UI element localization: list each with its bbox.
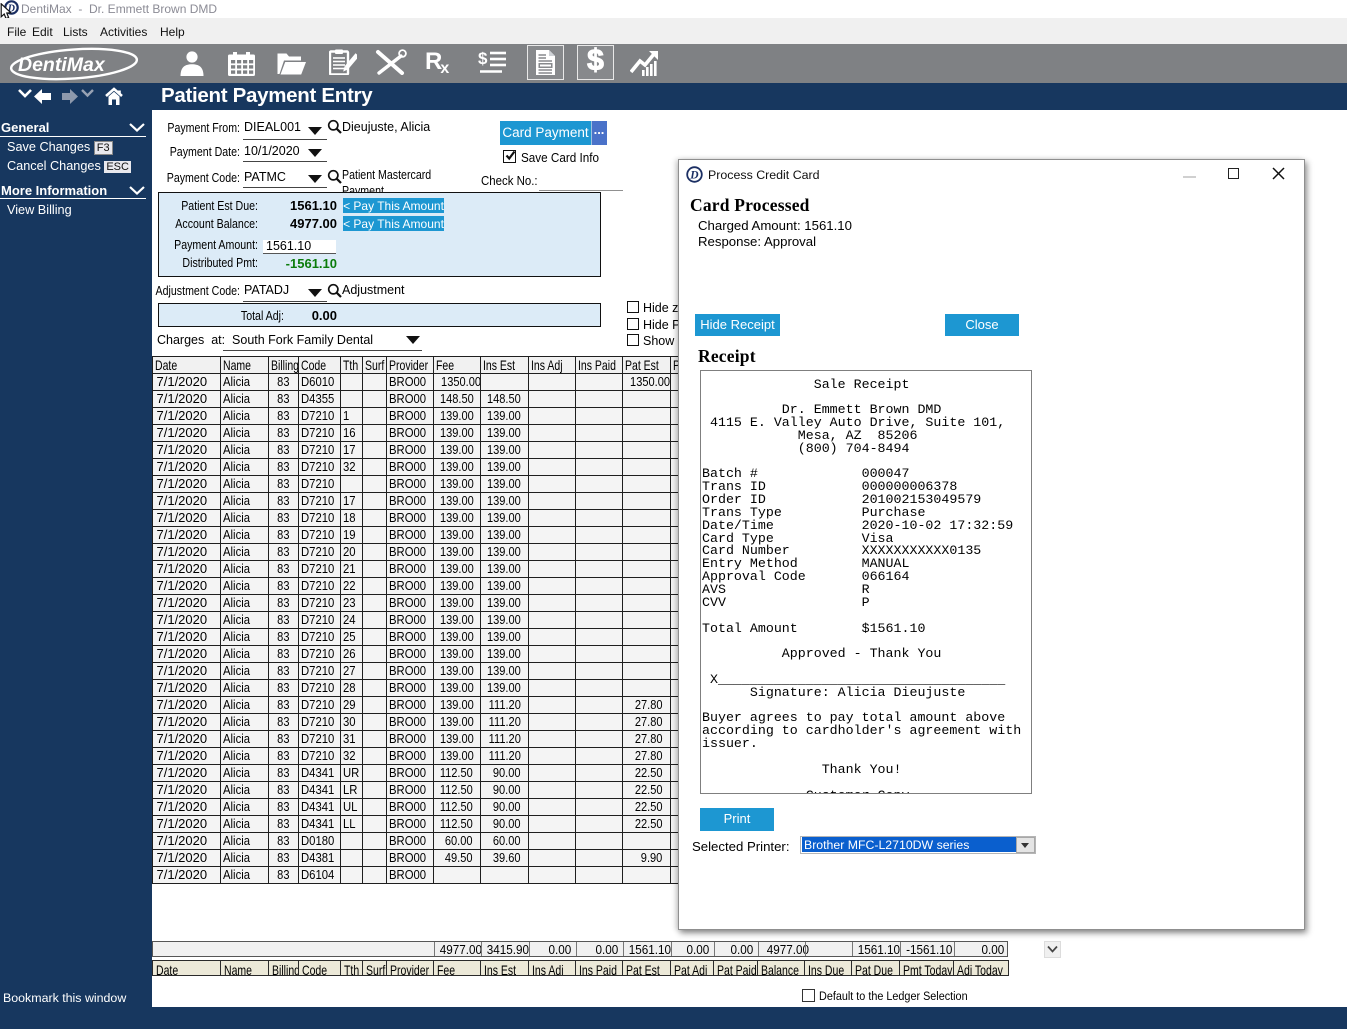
- svg-text:D: D: [689, 170, 699, 182]
- svg-text:$: $: [478, 49, 488, 68]
- svg-text:DentiMax: DentiMax: [18, 54, 106, 76]
